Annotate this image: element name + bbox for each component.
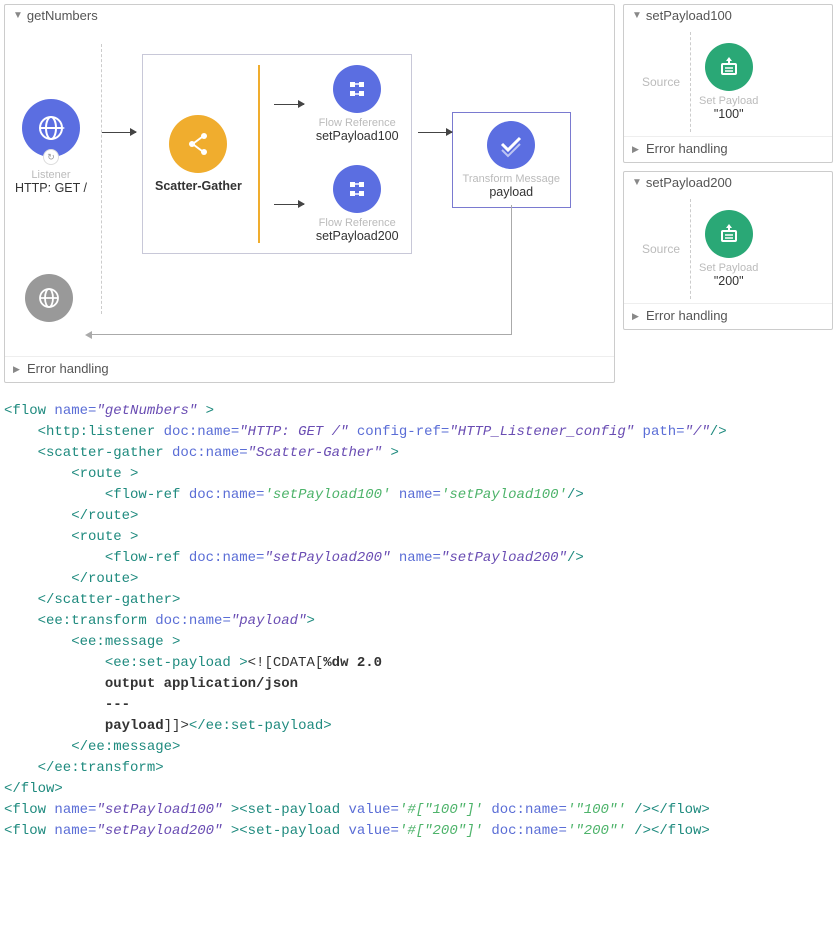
scatter-gather-node[interactable]: Scatter-Gather [155,115,242,193]
globe-icon [35,112,67,144]
flow-setpayload200: ▼ setPayload200 Source Set Payload [623,171,833,330]
set-payload-node[interactable]: Set Payload "200" [699,210,758,288]
error-handling-section[interactable]: Error handling [624,303,832,329]
flow-header[interactable]: ▼ getNumbers [5,5,614,26]
error-handling-section[interactable]: Error handling [5,356,614,382]
source-placeholder: Source [632,32,691,132]
set-payload-icon [716,54,742,80]
flow-title: setPayload200 [646,175,732,190]
scatter-gather-icon [182,128,214,160]
xml-code-block: <flow name="getNumbers" > <http:listener… [4,401,833,842]
flow-getnumbers: ▼ getNumbers ↻ Listener [4,4,615,383]
source-placeholder: Source [632,199,691,299]
transform-icon [498,132,524,158]
flow-ref-icon [344,176,370,202]
disabled-listener-node [25,274,73,322]
caret-down-icon: ▼ [13,10,23,21]
flow-header[interactable]: ▼ setPayload200 [624,172,832,193]
globe-icon [36,285,62,311]
flow-ref-100-node[interactable]: Flow Reference setPayload100 [316,65,399,143]
flow-header[interactable]: ▼ setPayload100 [624,5,832,26]
error-handling-section[interactable]: Error handling [624,136,832,162]
arrow-icon [102,132,136,133]
arrow-icon [274,104,304,105]
transform-message-node[interactable]: Transform Message payload [452,112,571,208]
flow-ref-icon [344,76,370,102]
http-listener-node[interactable]: ↻ Listener HTTP: GET / [15,99,87,195]
flow-title: getNumbers [27,8,98,23]
set-payload-node[interactable]: Set Payload "100" [699,43,758,121]
set-payload-icon [716,221,742,247]
caret-down-icon: ▼ [632,177,642,188]
flow-title: setPayload100 [646,8,732,23]
caret-down-icon: ▼ [632,10,642,21]
arrow-icon [418,132,452,133]
flow-setpayload100: ▼ setPayload100 Source Set Payload [623,4,833,163]
